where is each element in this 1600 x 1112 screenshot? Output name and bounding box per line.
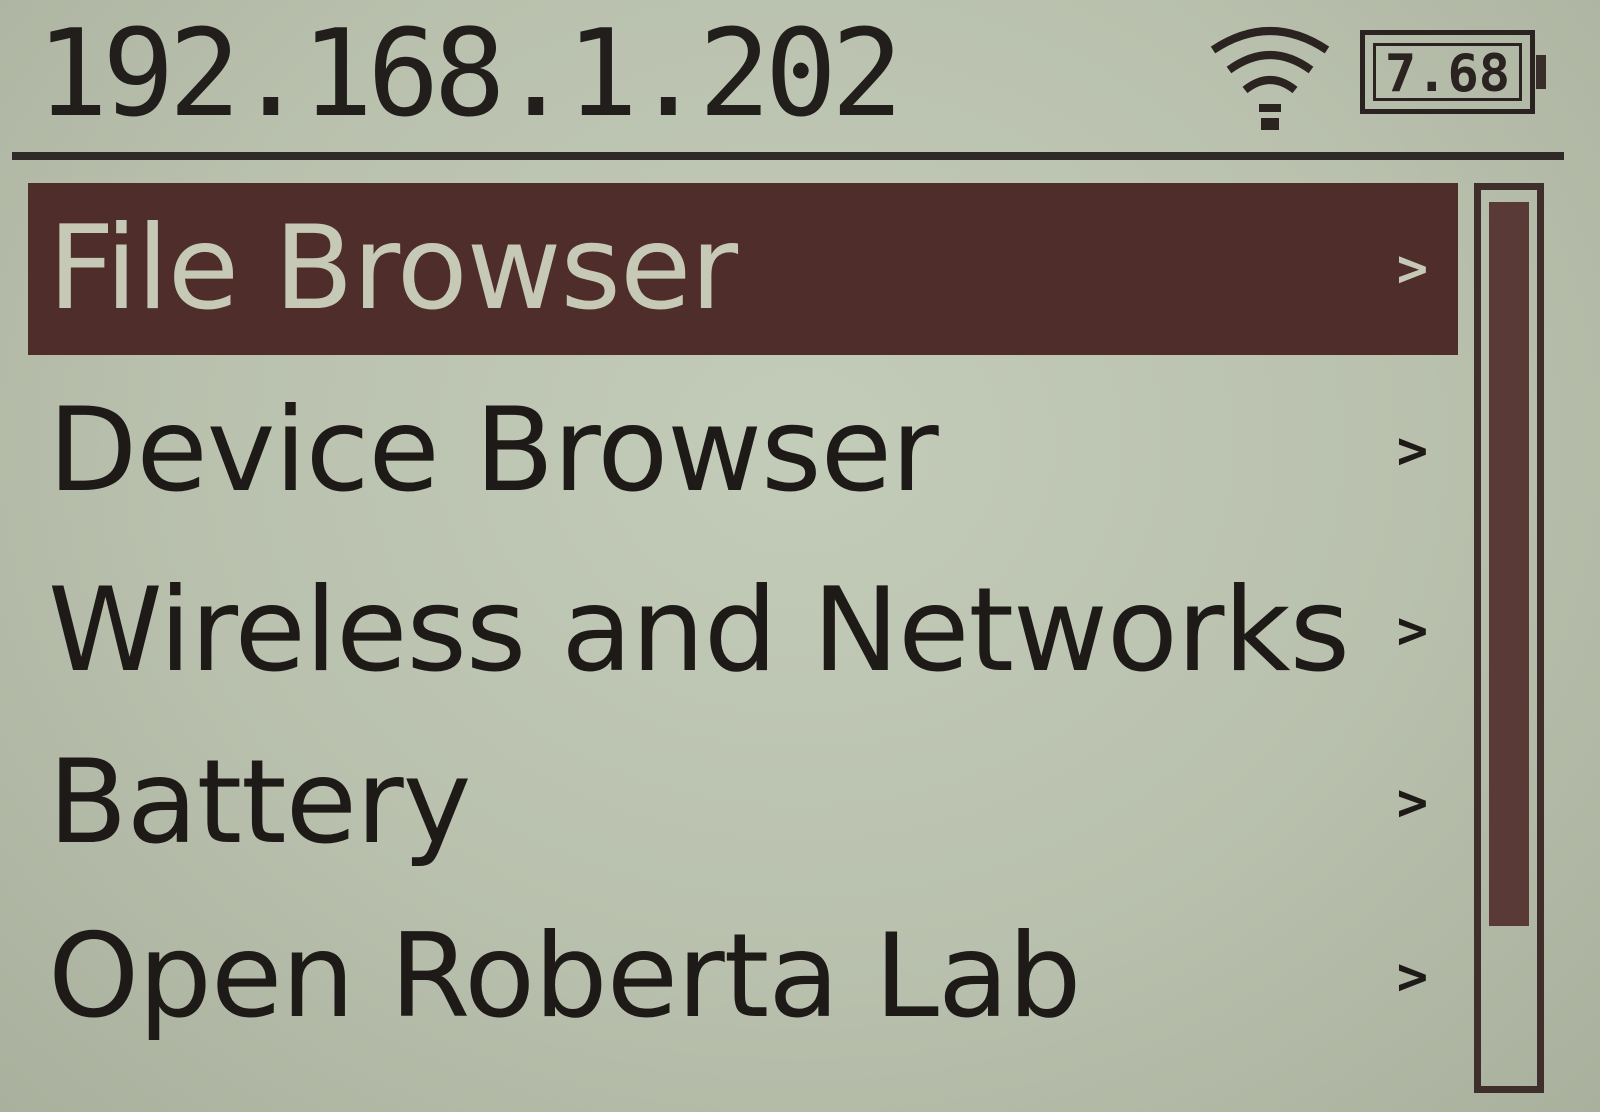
- battery-icon: 7.68: [1360, 30, 1546, 114]
- chevron-right-icon: >: [1396, 421, 1428, 481]
- battery-voltage: 7.68: [1373, 43, 1522, 102]
- menu-item-label: Open Roberta Lab: [48, 909, 1082, 1044]
- ev3-lcd-screen: 192.168.1.202 7.68 File Browser > Device…: [0, 0, 1600, 1112]
- menu-item-label: Wireless and Networks: [48, 563, 1350, 698]
- menu-item-label: Battery: [48, 735, 471, 870]
- chevron-right-icon: >: [1396, 773, 1428, 833]
- menu-item-file-browser[interactable]: File Browser >: [28, 183, 1458, 355]
- main-menu: File Browser > Device Browser > Wireless…: [28, 183, 1458, 1103]
- menu-item-label: Device Browser: [48, 383, 939, 518]
- menu-item-device-browser[interactable]: Device Browser >: [28, 365, 1458, 537]
- scrollbar-thumb[interactable]: [1489, 202, 1529, 926]
- menu-scrollbar[interactable]: [1474, 183, 1544, 1093]
- menu-item-open-roberta-lab[interactable]: Open Roberta Lab >: [28, 891, 1458, 1063]
- status-divider: [12, 152, 1564, 160]
- chevron-right-icon: >: [1396, 239, 1428, 299]
- chevron-right-icon: >: [1396, 947, 1428, 1007]
- wifi-signal-icon: [1210, 27, 1330, 130]
- ip-address: 192.168.1.202: [36, 5, 903, 144]
- menu-item-label: File Browser: [48, 201, 738, 336]
- status-bar: 192.168.1.202 7.68: [0, 0, 1600, 150]
- chevron-right-icon: >: [1396, 601, 1428, 661]
- menu-item-wireless-and-networks[interactable]: Wireless and Networks >: [28, 545, 1458, 717]
- menu-item-battery[interactable]: Battery >: [28, 717, 1458, 889]
